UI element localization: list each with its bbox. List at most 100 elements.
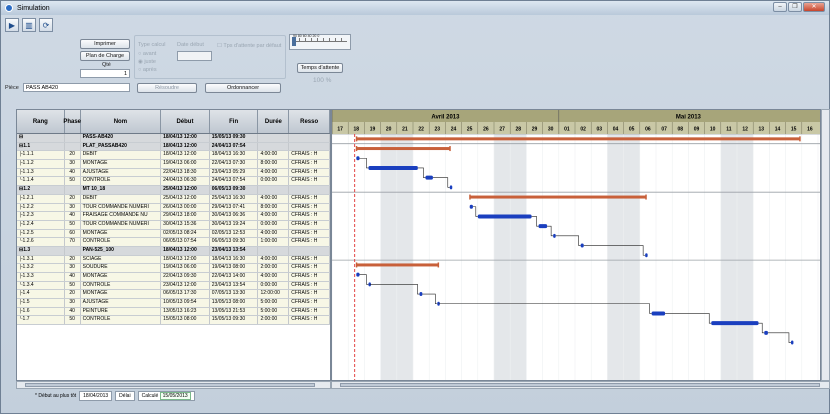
maximize-button[interactable]: ❐ [788,2,802,12]
status-bar: * Début au plus tôt 18/04/2013 Délai Cal… [35,391,195,401]
table-row[interactable]: └1.2.6 70 CONTROLE 06/05/13 07:54 06/05/13 0… [17,238,330,247]
cell-rang: ├1.2.5 [17,229,65,238]
date-field[interactable] [177,51,212,61]
resoudre-button[interactable]: Résoudre [137,83,197,93]
cell-debut: 13/05/13 16:23 [161,307,210,316]
day-label: 23 [435,127,441,133]
gantt-hscroll[interactable] [331,381,830,389]
header-nom[interactable]: Nom [81,110,162,133]
dependency-link [472,206,478,217]
table-row[interactable]: └1.7 50 CONTROLE 15/05/13 08:00 15/05/13 09:… [17,316,330,326]
table-hscroll-thumb[interactable] [25,383,315,387]
plan-de-charge-button[interactable]: Plan de Charge [80,51,130,61]
summary-cap-start [355,146,358,152]
table-row[interactable]: ├1.3.3 40 MONTAGE 22/04/13 09:30 22/04/13 14… [17,273,330,282]
summary-bar [356,137,801,141]
cell-debut: 23/04/13 12:00 [161,281,210,290]
piece-field[interactable]: PASS AB420 [23,83,130,92]
cell-duree: 4:00:00 [258,229,290,238]
cell-nom: MONTAGE [81,290,162,299]
summary-cap-end [799,136,801,142]
cell-phase [65,246,81,255]
cell-duree: 0:00:00 [258,220,290,229]
cell-phase [65,142,81,151]
table-row[interactable]: ├1.5 30 AJUSTAGE 10/05/13 09:54 13/05/13 08:… [17,299,330,308]
header-duree[interactable]: Durée [258,110,290,133]
table-row[interactable]: ├1.1.1 20 DEBIT 18/04/13 12:00 18/04/13 16:3… [17,151,330,161]
calcule-field[interactable]: Calculé 15/05/2013 [137,391,195,401]
table-row[interactable]: ├1.2.2 30 TOUR COMMANDE NUMERI 26/04/13 00:… [17,203,330,213]
table-row[interactable]: ├1.2.4 50 TOUR COMMANDE NUMERI 30/04/13 15:… [17,220,330,230]
table-row[interactable]: ├1.2.3 40 FRAISAGE COMMANDE NU 29/04/13 18:… [17,212,330,221]
day-label: 27 [499,127,505,133]
header-phase[interactable]: Phase [63,110,81,133]
cell-debut: 19/04/13 06:00 [161,264,210,272]
header-ressource[interactable]: Resso [289,110,330,133]
play-icon[interactable]: ▶ [5,18,19,32]
table-row[interactable]: ├1.2.1 20 DEBIT 25/04/13 12:00 25/04/13 16:3… [17,194,330,204]
table-row[interactable]: └1.3.4 50 CONTROLE 23/04/13 12:00 23/04/13 1… [17,281,330,291]
table-row[interactable]: ├1.3.2 30 SOUDURE 19/04/13 06:00 19/04/13 08… [17,264,330,273]
cell-nom: TOUR COMMANDE NUMERI [81,203,162,212]
dependency-link [432,177,450,188]
attente-slider[interactable]: 90 80 60 40 20 0 [289,34,351,50]
cell-fin: 15/05/13 09:30 [210,134,259,142]
cell-nom: PEINTURE [81,307,162,316]
cell-fin: 23/04/13 05:29 [210,168,259,177]
day-label: 25 [467,127,473,133]
refresh-icon[interactable]: ⟳ [39,18,53,32]
day-label: 22 [418,127,424,133]
cell-duree: 0:00:00 [258,281,290,290]
cell-duree: 0:00:00 [258,177,290,186]
gantt-vscroll[interactable] [821,109,830,381]
header-rang[interactable]: Rang [17,110,65,133]
imprimer-button[interactable]: Imprimer [80,39,130,49]
cell-nom: MONTAGE [81,160,162,168]
day-label: 13 [759,127,765,133]
table-row[interactable]: ├1.2.5 60 MONTAGE 02/05/13 08:24 02/05/13 12… [17,229,330,239]
table-row[interactable]: ⊟ PASS-AB420 18/04/13 12:00 15/05/13 09:30 [17,134,330,143]
cell-fin: 18/04/13 16:30 [210,255,259,264]
header-fin[interactable]: Fin [210,110,259,133]
table-row[interactable]: ├1.3.1 20 SCIAGE 18/04/13 12:00 18/04/13 16:… [17,255,330,265]
qte-field[interactable]: 1 [80,69,130,78]
option-juste[interactable]: ◉ juste [138,59,156,65]
option-apres[interactable]: ○ après [138,67,157,73]
cell-debut: 22/04/13 09:30 [161,273,210,281]
ordonnancer-button[interactable]: Ordonnancer [205,83,281,93]
table-row[interactable]: ⊟1.2 MT 10_18 25/04/13 12:00 06/05/13 09:30 [17,186,330,195]
dependency-link [758,322,765,334]
table-row[interactable]: ├1.6 40 PEINTURE 13/05/13 16:23 13/05/13 21:… [17,307,330,317]
cell-debut: 24/04/13 06:30 [161,177,210,186]
qte-label: Qté [102,62,111,68]
table-row[interactable]: ├1.4 20 MONTAGE 06/05/13 17:30 07/05/13 13:3… [17,290,330,300]
header-debut[interactable]: Début [161,110,210,133]
tps-attente-defaut-checkbox[interactable]: ☐ Tps d'attente par défaut [217,43,281,49]
debut-field[interactable]: 18/04/2013 [79,391,113,401]
dependency-link [417,167,426,178]
table-row[interactable]: └1.1.4 50 CONTROLE 24/04/13 06:30 24/04/13 0… [17,177,330,187]
task-bar [651,311,666,316]
day-label: 11 [726,127,732,133]
table-row[interactable]: ⊟1.1 PLAT_PASSAB420 18/04/13 12:00 24/04/13… [17,142,330,152]
cell-nom: MT 10_18 [81,186,162,194]
window-title: Simulation [17,4,50,12]
minimize-button[interactable]: – [773,2,787,12]
cell-rang: └1.1.4 [17,177,65,186]
cell-phase: 50 [65,281,81,290]
table-row[interactable]: ├1.1.2 30 MONTAGE 19/04/13 06:00 22/04/13 07… [17,160,330,169]
cell-nom: AJUSTAGE [81,299,162,307]
slider-thumb[interactable] [292,37,296,46]
chart-icon[interactable]: ▥ [22,18,36,32]
table-row[interactable]: ├1.1.3 40 AJUSTAGE 22/04/13 18:30 23/04/13 0… [17,168,330,178]
summary-cap-end [645,194,647,200]
cell-res: CFRAIS : H [289,151,330,160]
gantt-hscroll-thumb[interactable] [340,383,820,387]
option-avant[interactable]: ○ avant [138,51,156,57]
table-hscroll[interactable] [16,381,331,389]
cell-rang: ├1.1.2 [17,160,65,168]
close-button[interactable]: ✕ [803,2,825,12]
summary-cap-end [449,146,451,152]
temps-attente-button[interactable]: Temps d'attente [297,63,343,73]
table-row[interactable]: ⊟1.3 PAN-525_100 18/04/13 12:00 23/04/13 13… [17,246,330,256]
